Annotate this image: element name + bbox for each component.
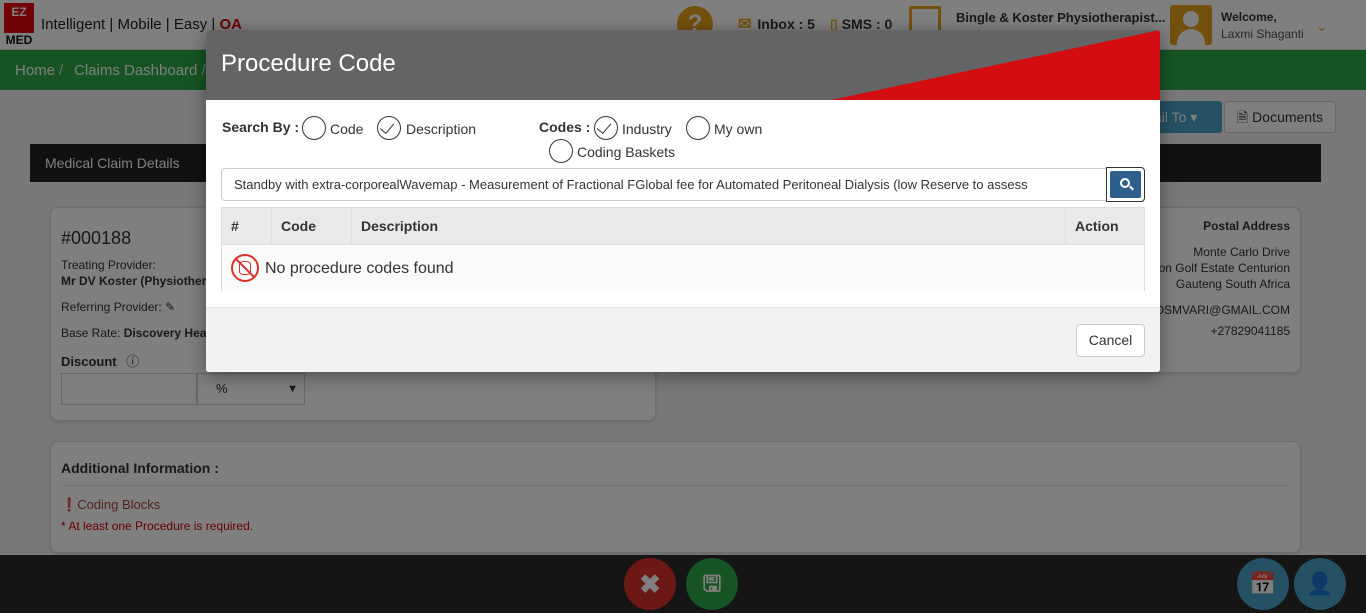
modal-footer: Cancel bbox=[206, 307, 1160, 372]
codes-industry-label[interactable]: Industry bbox=[622, 121, 672, 137]
table-row: No procedure codes found bbox=[222, 246, 1144, 291]
no-database-icon bbox=[231, 254, 259, 282]
search-by-code-radio[interactable] bbox=[302, 116, 326, 140]
search-by-description-label[interactable]: Description bbox=[406, 121, 476, 137]
column-header-number: # bbox=[222, 208, 272, 245]
modal-header: Procedure Code bbox=[206, 30, 1160, 100]
cancel-button[interactable]: Cancel bbox=[1076, 324, 1145, 357]
search-button[interactable] bbox=[1106, 167, 1145, 202]
column-header-action: Action bbox=[1075, 218, 1119, 234]
procedure-code-modal: Procedure Code Search By : Code Descript… bbox=[206, 30, 1160, 372]
search-by-code-label[interactable]: Code bbox=[330, 121, 363, 137]
table-header: # Code Description Action bbox=[222, 208, 1144, 245]
codes-my-own-radio[interactable] bbox=[686, 116, 710, 140]
search-by-description-radio[interactable] bbox=[377, 116, 401, 140]
empty-message: No procedure codes found bbox=[265, 260, 454, 277]
codes-label: Codes : bbox=[539, 119, 591, 135]
procedure-results-table: # Code Description Action No procedure c… bbox=[221, 207, 1145, 291]
procedure-search-input[interactable]: Standby with extra-corporealWavemap - Me… bbox=[221, 168, 1107, 201]
search-icon bbox=[1110, 171, 1141, 198]
codes-coding-baskets-radio[interactable] bbox=[549, 139, 573, 163]
codes-coding-baskets-label[interactable]: Coding Baskets bbox=[577, 144, 675, 160]
column-header-description: Description bbox=[352, 208, 1066, 245]
column-header-code: Code bbox=[272, 208, 352, 245]
codes-industry-radio[interactable] bbox=[594, 116, 618, 140]
search-by-label: Search By : bbox=[222, 119, 300, 135]
modal-title: Procedure Code bbox=[221, 50, 396, 77]
codes-my-own-label[interactable]: My own bbox=[714, 121, 762, 137]
